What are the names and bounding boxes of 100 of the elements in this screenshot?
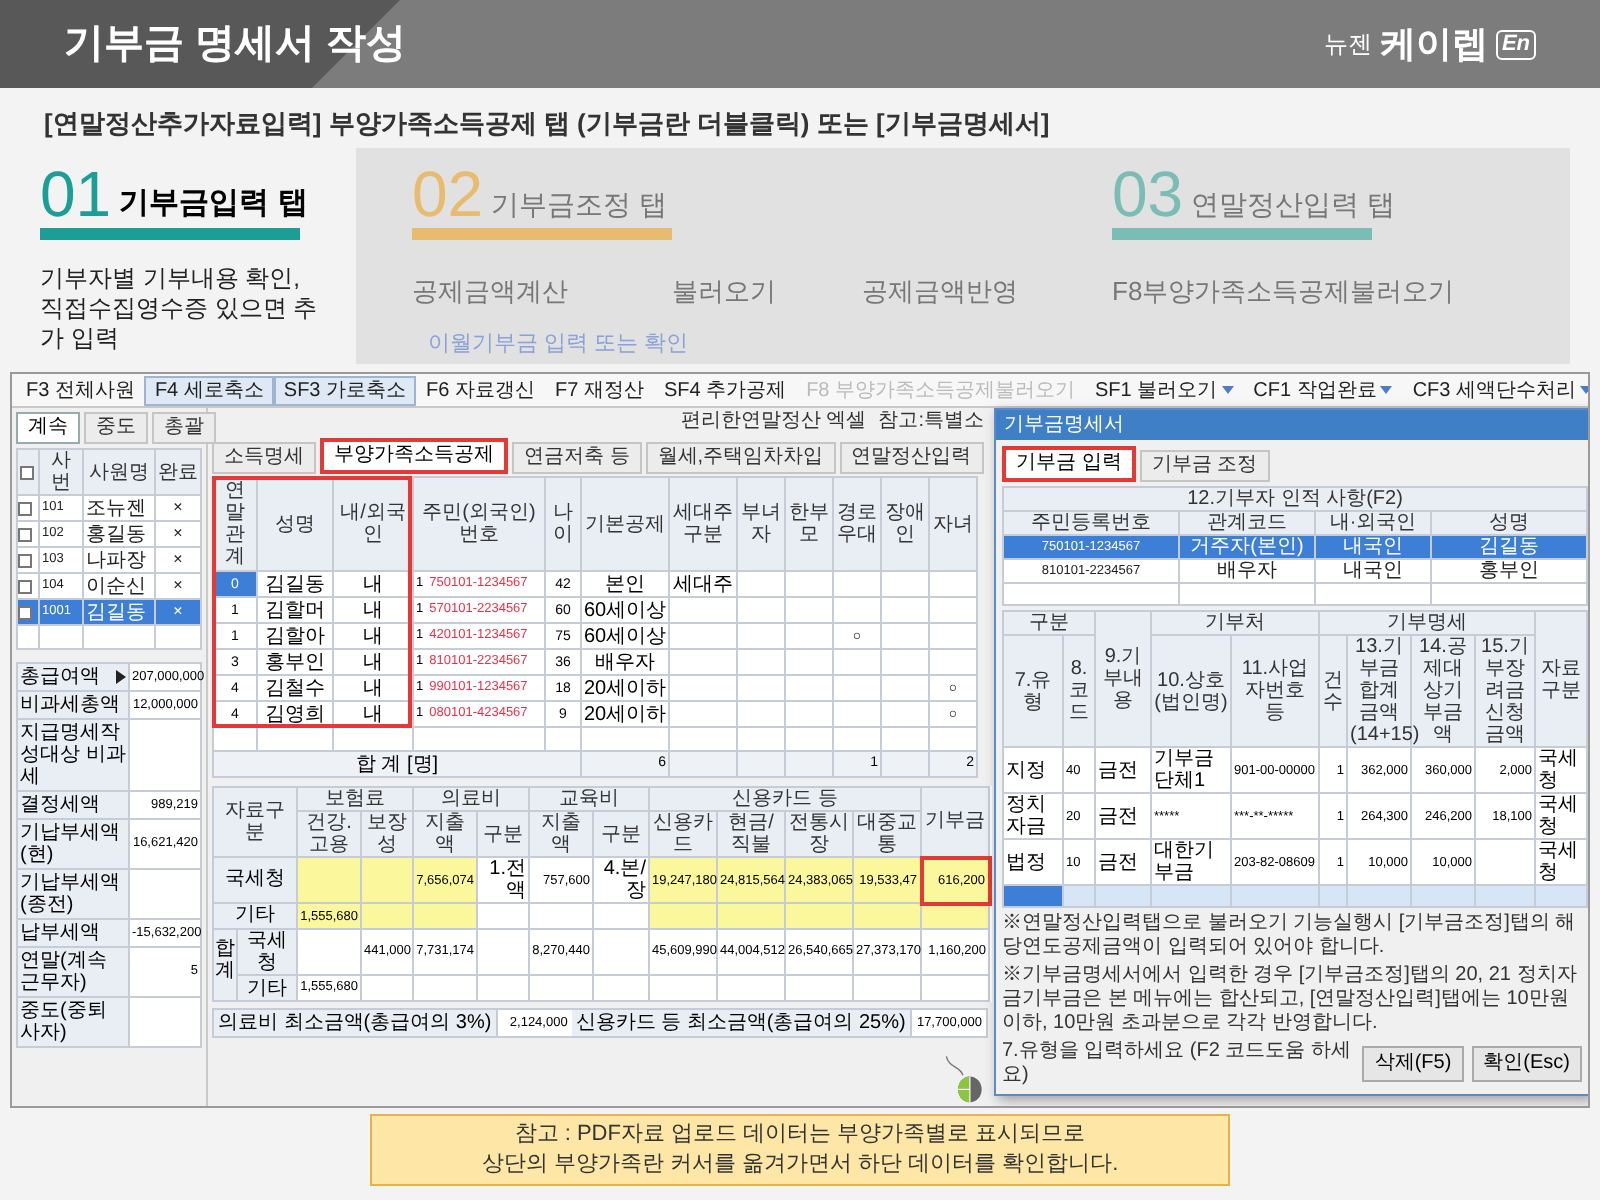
column-header: 8.코드 xyxy=(1069,658,1089,724)
column-header: 자녀 xyxy=(933,513,973,535)
tab[interactable]: 연금저축 등 xyxy=(512,442,642,474)
step-action: 불러오기 xyxy=(672,274,776,310)
toolbar-button[interactable]: F4 세로축소 xyxy=(144,375,274,405)
note-text: ※기부금명세서에서 입력한 경우 [기부금조정]탭의 20, 21 정치자금기부금은 본 메뉴에는 합산되고, [연말정산입력]탭에는 10만원이하, 10만원 초과분으로 각각 반영합니다. xyxy=(1002,964,1579,1036)
column-header: 내·외국인 xyxy=(1329,512,1417,534)
tab[interactable]: 계속 xyxy=(16,412,80,444)
column-header: 현금/직불 xyxy=(728,812,774,856)
checkbox[interactable] xyxy=(18,605,32,619)
column-header: 나이 xyxy=(553,502,573,546)
column-header: 주민(외국인)번호 xyxy=(422,502,536,546)
table-cell: 배우자 xyxy=(1217,560,1277,582)
toolbar-button[interactable]: SF4 추가공제 xyxy=(653,375,797,405)
checkbox[interactable] xyxy=(18,553,32,567)
column-header: 성명 xyxy=(1489,512,1530,534)
footnote-line: 상단의 부양가족란 커서를 옮겨가면서 하단 데이터를 확인합니다. xyxy=(481,1150,1119,1180)
employee-name: 이순신 xyxy=(86,575,146,597)
toolbar-button[interactable]: F3 전체사원 xyxy=(16,375,145,405)
column-header: 10.상호(법인명) xyxy=(1154,669,1228,713)
summary-label: 총급여액 xyxy=(20,666,100,688)
step-number: 03 xyxy=(1112,164,1184,224)
checkbox[interactable] xyxy=(20,465,34,479)
step-action: 공제금액반영 xyxy=(862,274,1018,310)
total-label: 합 계 [명] xyxy=(355,753,439,775)
table-cell: 금전 xyxy=(1098,805,1138,827)
column-header: 자료구분 xyxy=(1541,657,1581,701)
column-header: 13.기부금합계금액(14+15) xyxy=(1350,636,1420,746)
dropdown-button[interactable]: CF1 작업완료 xyxy=(1243,375,1403,405)
summary-label: 연말(계속근무자) xyxy=(20,950,109,994)
column-group-header: 신용카드 등 xyxy=(732,788,838,810)
table-cell: 국세청 xyxy=(1538,748,1578,792)
column-header: 15.기부장려금신청금액 xyxy=(1481,636,1529,746)
minimum-label: 신용카드 등 최소금액(총급여의 25%) xyxy=(571,1010,912,1036)
table-cell: 내 xyxy=(363,703,383,725)
table-cell: 김철수 xyxy=(265,677,325,699)
employee-name: 조뉴젠 xyxy=(86,497,146,519)
logo-prefix: 뉴젠 xyxy=(1323,28,1372,62)
toolbar-button[interactable]: F6 자료갱신 xyxy=(416,375,545,405)
table-cell: 내국인 xyxy=(1343,536,1403,558)
column-header: 7.유형 xyxy=(1014,669,1052,713)
tab[interactable]: 부양가족소득공제 xyxy=(320,438,508,474)
dialog-button[interactable]: 확인(Esc) xyxy=(1471,1046,1582,1082)
dropdown-button[interactable]: SF1 불러오기 xyxy=(1085,375,1244,405)
column-header: 성명 xyxy=(275,513,315,535)
table-cell: 홍부인 xyxy=(1479,560,1540,582)
tab[interactable]: 기부금 조정 xyxy=(1139,450,1270,482)
table-cell: 법정 xyxy=(1006,851,1046,873)
step-label: 연말정산입력 탭 xyxy=(1191,186,1395,224)
table-cell: 1.전액 xyxy=(489,858,526,902)
table-cell: 김할아 xyxy=(265,625,325,647)
table-cell: 김길동 xyxy=(265,573,325,595)
step-description: 기부자별 기부내용 확인, 직접수집영수증 있으면 추가 입력 xyxy=(40,264,320,354)
column-header: 장애인 xyxy=(885,502,925,546)
completion-mark: × xyxy=(173,550,183,568)
step-label: 기부금입력 탭 xyxy=(119,184,308,224)
toolbar-button[interactable]: F7 재정산 xyxy=(544,375,654,405)
table-cell: 금전 xyxy=(1098,851,1138,873)
row-label: 기타 xyxy=(235,904,275,926)
tab[interactable]: 연말정산입력 xyxy=(839,442,984,474)
tab[interactable]: 소득명세 xyxy=(212,442,316,474)
column-header: 보장성 xyxy=(367,812,407,856)
column-header: 경로우대 xyxy=(837,502,877,546)
summary-label: 중도(중퇴사자) xyxy=(20,1000,109,1044)
toolbar-button[interactable]: SF3 가로축소 xyxy=(273,375,417,405)
column-header: 사원명 xyxy=(89,461,149,483)
link[interactable]: 참고:특별소 xyxy=(878,410,984,434)
employee-name: 김길동 xyxy=(86,601,146,623)
column-header: 14.공제대상기부금액 xyxy=(1419,636,1467,746)
dropdown-button[interactable]: CF3 세액단수처리 xyxy=(1402,375,1588,405)
tab[interactable]: 기부금 입력 xyxy=(1002,446,1136,482)
table-cell: 내 xyxy=(363,599,383,621)
table-cell: 김할머 xyxy=(265,599,325,621)
instruction-text: [연말정산추가자료입력] 부양가족소득공제 탭 (기부금란 더블클릭) 또는 [기부금명세서] xyxy=(42,106,1052,142)
logo-badge: En xyxy=(1495,29,1536,59)
checkbox[interactable] xyxy=(18,527,32,541)
column-header: 내/외국인 xyxy=(340,502,406,546)
tab[interactable]: 중도 xyxy=(84,412,148,444)
checkbox[interactable] xyxy=(18,501,32,515)
completion-mark: × xyxy=(173,602,183,620)
checkbox[interactable] xyxy=(18,579,32,593)
column-header: 건강.고용 xyxy=(306,812,352,856)
column-header: 자료구분 xyxy=(225,800,285,844)
column-header: 기부금 xyxy=(925,810,986,833)
step-action: 공제금액계산 xyxy=(412,274,568,310)
link[interactable]: 편리한연말정산 엑셀 xyxy=(680,410,867,434)
step-label: 기부금조정 탭 xyxy=(491,186,667,224)
table-cell: 내국인 xyxy=(1343,560,1403,582)
note-text: ※연말정산입력탭으로 불러오기 기능실행시 [기부금조정]탭의 해당연도공제금액이 입력되어 있어야 합니다. xyxy=(1002,912,1578,960)
column-header: 관계코드 xyxy=(1207,512,1287,534)
column-group-header: 기부명세 xyxy=(1387,612,1467,634)
total-label: 합계 xyxy=(215,938,235,982)
column-header: 지출액 xyxy=(425,812,465,856)
step-note: 이월기부금 입력 또는 확인 xyxy=(428,329,689,359)
dialog-button[interactable]: 삭제(F5) xyxy=(1362,1046,1464,1082)
column-header: 세대주구분 xyxy=(673,502,733,546)
tab[interactable]: 월세,주택임차차입 xyxy=(645,442,836,474)
employee-name: 홍길동 xyxy=(86,523,146,545)
tab[interactable]: 총괄 xyxy=(152,412,216,444)
table-cell: 대한기부금 xyxy=(1154,840,1214,884)
